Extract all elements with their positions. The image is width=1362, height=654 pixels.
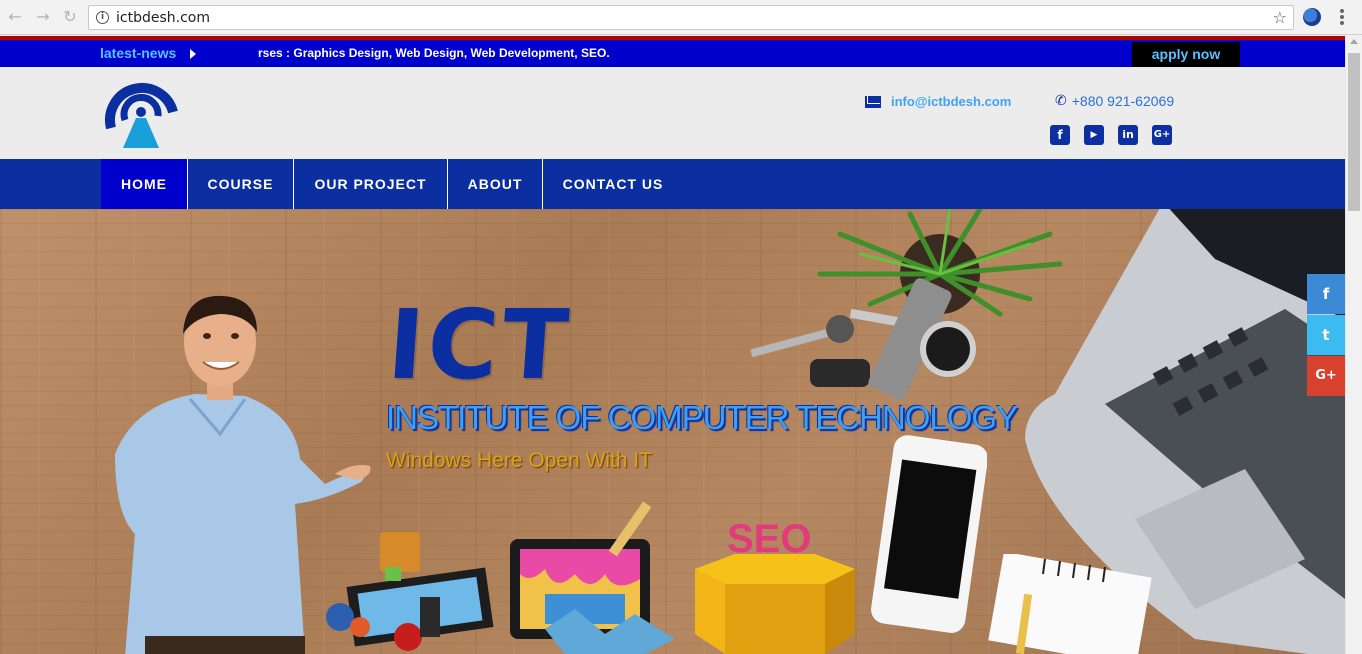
page: latest-news rses : Graphics Design, Web … xyxy=(0,36,1345,654)
nav-item-contact-us[interactable]: CONTACT US xyxy=(543,159,683,209)
scroll-up-icon[interactable] xyxy=(1350,39,1358,44)
nav-item-our-project[interactable]: OUR PROJECT xyxy=(294,159,448,209)
reload-icon[interactable]: ↻ xyxy=(61,8,79,26)
bookmark-star-icon[interactable]: ☆ xyxy=(1273,8,1287,27)
share-google-plus-icon[interactable]: G+ xyxy=(1307,356,1345,396)
email-text[interactable]: info@ictbdesh.com xyxy=(891,94,1011,109)
youtube-icon[interactable]: ▶ xyxy=(1084,125,1104,145)
nav-item-course[interactable]: COURSE xyxy=(188,159,294,209)
main-nav: HOME COURSE OUR PROJECT ABOUT CONTACT US xyxy=(0,159,1345,209)
latest-news-label: latest-news xyxy=(100,45,177,61)
contact-email[interactable]: info@ictbdesh.com xyxy=(865,94,1011,109)
floating-social-share: f t G+ xyxy=(1307,274,1345,397)
apply-now-button[interactable]: apply now xyxy=(1132,42,1240,67)
smartphone-image xyxy=(871,435,987,633)
browser-menu-icon[interactable] xyxy=(1340,9,1344,25)
news-ticker[interactable]: rses : Graphics Design, Web Design, Web … xyxy=(258,46,610,60)
hero-subtitle: INSTITUTE OF COMPUTER TECHNOLOGY xyxy=(386,399,1018,436)
share-facebook-icon[interactable]: f xyxy=(1307,274,1345,314)
graphics-design-image xyxy=(326,532,494,651)
google-plus-icon[interactable]: G+ xyxy=(1152,125,1172,145)
scroll-thumb[interactable] xyxy=(1348,53,1360,211)
hero-title: ICT xyxy=(384,289,576,401)
share-twitter-icon[interactable]: t xyxy=(1307,315,1345,355)
web-design-image xyxy=(510,501,675,654)
keys-watch-image xyxy=(750,278,976,400)
linkedin-icon[interactable]: in xyxy=(1118,125,1138,145)
forward-icon[interactable]: → xyxy=(34,8,52,26)
nav-item-about[interactable]: ABOUT xyxy=(448,159,543,209)
info-icon[interactable]: i xyxy=(96,11,109,24)
back-icon[interactable]: ← xyxy=(6,8,24,26)
hero-tagline: Windows Here Open With IT xyxy=(386,449,653,472)
site-logo[interactable] xyxy=(103,76,179,151)
browser-chrome: ← → ↻ i ictbdesh.com ☆ xyxy=(0,0,1362,35)
nav-item-home[interactable]: HOME xyxy=(101,159,188,209)
header-social-links: f ▶ in G+ xyxy=(1050,125,1172,145)
news-bar: latest-news rses : Graphics Design, Web … xyxy=(0,36,1345,67)
arrow-right-icon xyxy=(190,49,196,59)
hero-banner: ICT INSTITUTE OF COMPUTER TECHNOLOGY Win… xyxy=(0,209,1345,654)
seo-box-image: SEO xyxy=(695,524,855,654)
notepad-image xyxy=(988,554,1152,654)
scrollbar[interactable] xyxy=(1345,36,1362,654)
address-bar[interactable]: i ictbdesh.com ☆ xyxy=(88,5,1294,30)
phone-icon: ✆ xyxy=(1055,93,1067,109)
envelope-icon xyxy=(865,95,881,108)
facebook-icon[interactable]: f xyxy=(1050,125,1070,145)
contact-phone: ✆ +880 921-62069 xyxy=(1055,93,1174,109)
site-header: info@ictbdesh.com ✆ +880 921-62069 f ▶ i… xyxy=(0,67,1345,159)
phone-text: +880 921-62069 xyxy=(1071,93,1175,109)
seo-text: SEO xyxy=(727,524,811,561)
extension-icon[interactable] xyxy=(1303,8,1321,26)
url-text[interactable]: ictbdesh.com xyxy=(116,10,210,26)
